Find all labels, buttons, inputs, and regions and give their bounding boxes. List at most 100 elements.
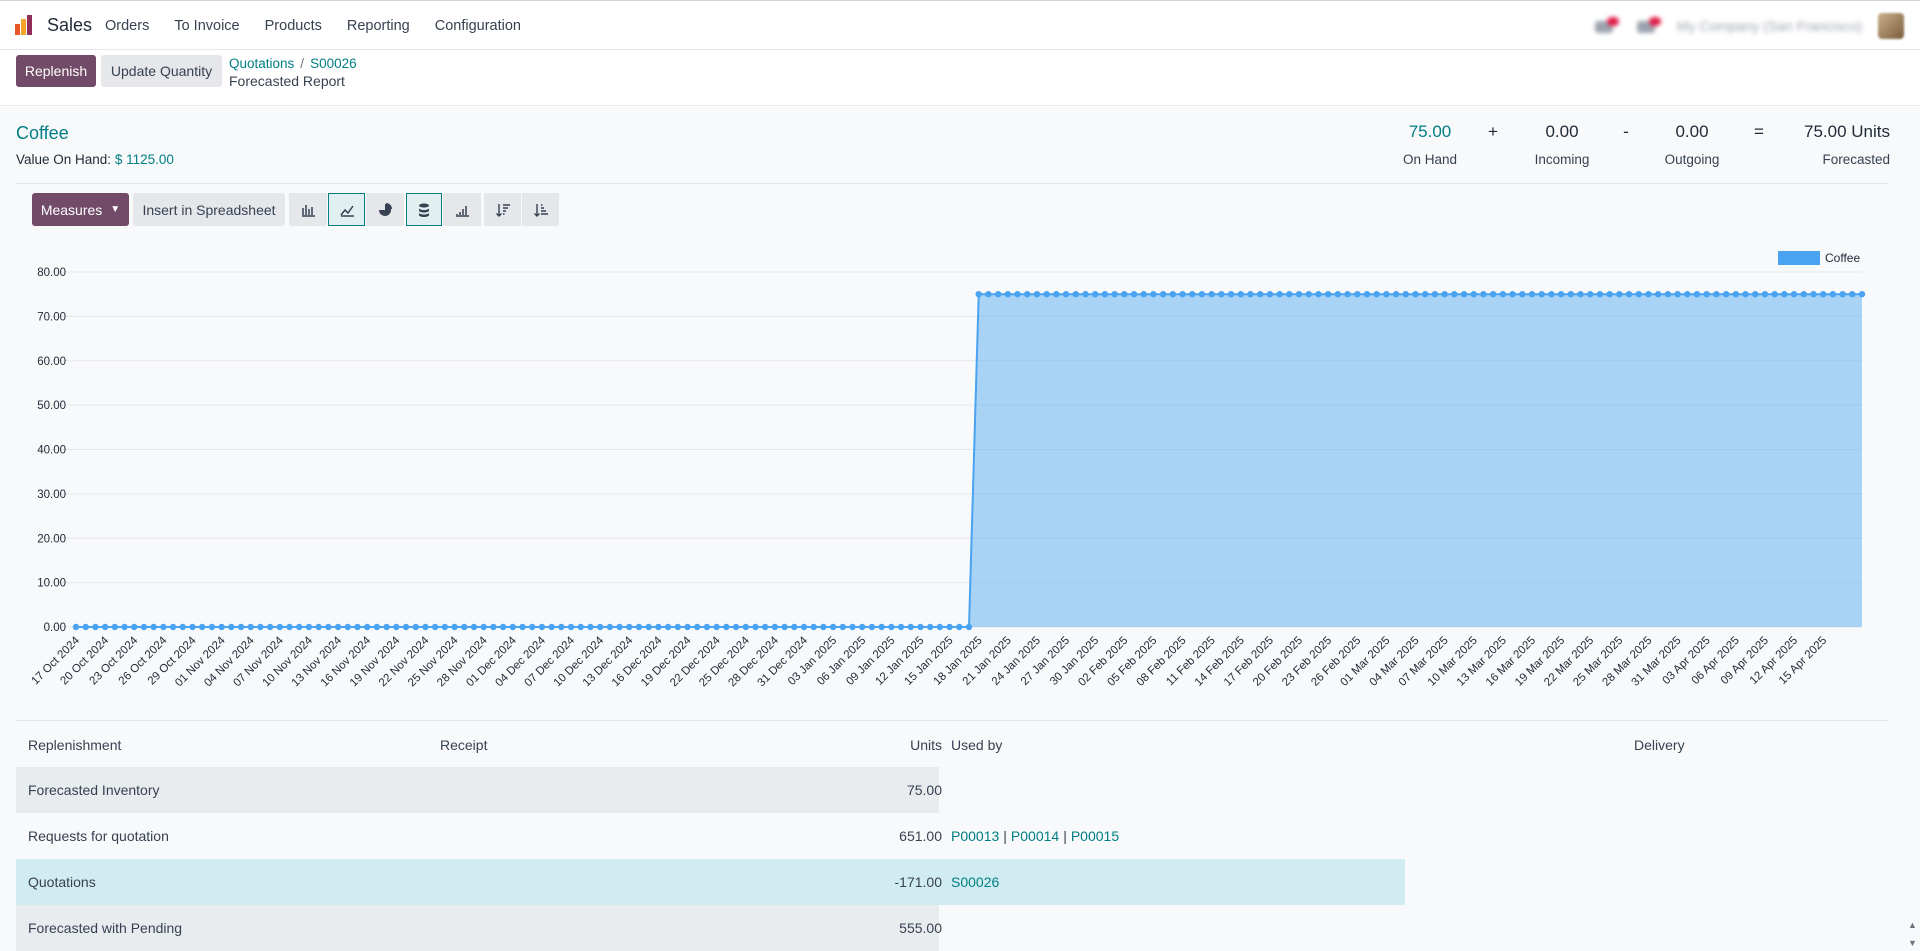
data-point	[868, 623, 876, 631]
data-point	[1839, 290, 1846, 298]
data-point	[1402, 290, 1409, 298]
data-point	[1654, 290, 1662, 298]
data-point	[266, 623, 274, 631]
table-top-border	[16, 720, 1888, 721]
data-point	[849, 623, 856, 631]
data-point	[626, 623, 633, 631]
data-point	[140, 623, 148, 631]
table-row: Requests for quotation 651.00 P00013 | P00…	[16, 813, 1888, 859]
purchase-link-p00013[interactable]: P00013	[951, 828, 999, 844]
forecast-chart: 0.00 10.00 20.00 30.00 40.00 50.00 60.00 70.00 8…	[29, 251, 1866, 689]
data-point	[645, 623, 652, 631]
row-replenishment: Requests for quotation	[28, 828, 169, 844]
purchase-link-p00014[interactable]: P00014	[1011, 828, 1059, 844]
data-point	[800, 623, 808, 631]
data-point	[1179, 290, 1186, 298]
data-point	[499, 623, 507, 631]
data-point	[820, 623, 827, 631]
data-point	[1509, 290, 1516, 298]
data-point	[305, 623, 313, 631]
data-point	[1810, 290, 1817, 298]
data-point	[276, 623, 284, 631]
data-point	[1771, 290, 1778, 298]
data-point	[1305, 290, 1312, 298]
data-point	[723, 623, 730, 631]
data-point	[1732, 290, 1740, 298]
data-point	[1062, 290, 1070, 298]
data-point	[567, 623, 575, 631]
data-point	[1587, 290, 1594, 298]
data-point	[228, 623, 235, 631]
data-point	[1684, 290, 1691, 298]
data-point	[1499, 290, 1507, 298]
data-point	[334, 623, 342, 631]
data-point	[169, 623, 177, 631]
data-point	[1528, 290, 1536, 298]
data-point	[1752, 290, 1759, 298]
data-point	[1606, 290, 1613, 298]
data-point	[286, 623, 293, 631]
data-point	[1674, 290, 1681, 298]
data-point	[956, 623, 963, 631]
data-point	[810, 623, 817, 631]
data-point	[878, 623, 885, 631]
quotation-link-s00026[interactable]: S00026	[951, 874, 999, 890]
data-point	[354, 623, 361, 631]
data-point	[451, 623, 458, 631]
data-point	[839, 623, 847, 631]
data-point	[1761, 290, 1769, 298]
data-point	[218, 623, 225, 631]
data-point	[1451, 290, 1458, 298]
data-point	[92, 623, 99, 631]
data-point	[1412, 290, 1419, 298]
data-point	[1713, 290, 1720, 298]
data-point	[1480, 290, 1487, 298]
data-point	[791, 623, 798, 631]
y-tick-label: 20.00	[37, 533, 66, 545]
data-point	[344, 623, 351, 631]
data-point	[1189, 290, 1196, 298]
data-point	[111, 623, 119, 631]
data-point	[1392, 290, 1400, 298]
legend-label: Coffee	[1825, 251, 1860, 265]
header-delivery: Delivery	[1634, 737, 1685, 753]
data-point	[859, 623, 866, 631]
data-point	[926, 623, 934, 631]
data-point	[509, 623, 516, 631]
y-tick-label: 10.00	[37, 578, 66, 590]
data-point	[1858, 290, 1866, 298]
data-point	[1441, 290, 1448, 298]
data-point	[635, 623, 643, 631]
data-point	[82, 623, 89, 631]
data-point	[519, 623, 526, 631]
data-point	[917, 623, 924, 631]
data-point	[548, 623, 555, 631]
data-point	[587, 623, 594, 631]
scroll-down-icon[interactable]: ▼	[1908, 938, 1918, 948]
data-point	[1557, 290, 1565, 298]
data-point	[1344, 290, 1351, 298]
data-point	[383, 623, 390, 631]
y-tick-label: 60.00	[37, 356, 66, 368]
table-row: Quotations -171.00 S00026	[16, 859, 1888, 905]
scroll-up-icon[interactable]: ▲	[1908, 920, 1918, 930]
y-tick-label: 80.00	[37, 267, 66, 279]
y-tick-label: 40.00	[37, 445, 66, 457]
data-point	[198, 623, 206, 631]
purchase-link-p00015[interactable]: P00015	[1071, 828, 1119, 844]
data-point	[1237, 290, 1244, 298]
data-point	[179, 623, 186, 631]
data-point	[237, 623, 245, 631]
data-point	[1693, 290, 1701, 298]
data-point	[946, 623, 953, 631]
data-point	[1431, 290, 1439, 298]
data-point	[538, 623, 546, 631]
data-point	[189, 623, 196, 631]
series-area	[76, 294, 1862, 627]
header-replenishment: Replenishment	[28, 737, 122, 753]
data-point	[1072, 290, 1079, 298]
data-point	[1286, 290, 1293, 298]
data-point	[412, 623, 419, 631]
data-point	[1169, 290, 1177, 298]
row-used-by: S00026	[951, 859, 999, 905]
